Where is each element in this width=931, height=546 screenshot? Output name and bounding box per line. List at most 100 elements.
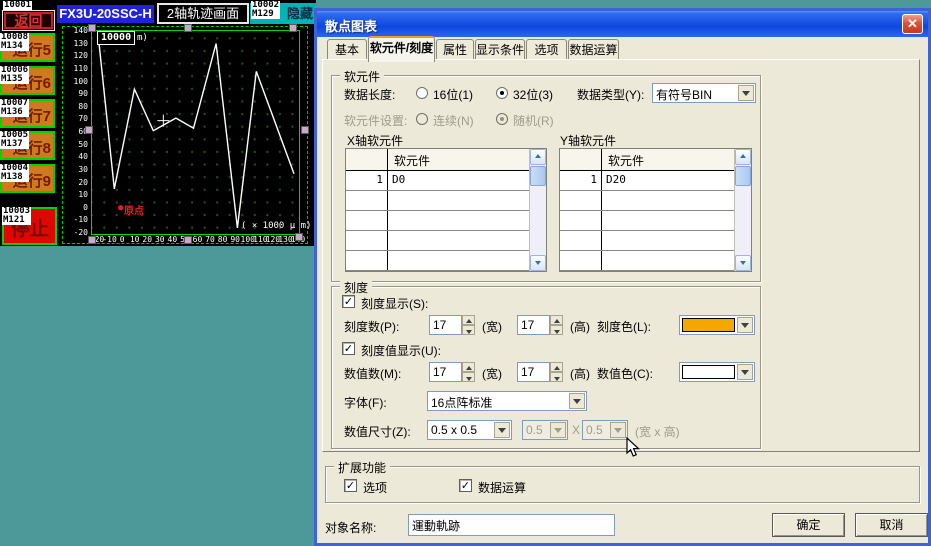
ticks-height-stepper[interactable]: 17 [517,315,563,335]
scroll-up-icon[interactable] [735,149,751,165]
value-color-label: 数值色(C): [597,365,653,382]
options-checkbox-label[interactable]: 选项 [363,479,387,496]
y-axis-unit-label: m) [137,33,148,43]
spin-down-icon[interactable] [462,325,475,335]
font-select[interactable]: 16点阵标准 [427,391,587,411]
scatter-chart-dialog: 散点图表 ✕ 基本 软元件/刻度 属性 显示条件 选项 数据运算 软元件 数据长… [314,8,931,546]
x-device-table-label: X轴软元件 [347,132,403,149]
cancel-button[interactable]: 取消 [855,513,928,537]
value-size-label: 数值尺寸(Z): [344,423,411,440]
y-axis-tick-label: 30 [58,165,88,174]
device-setting-label: 软元件设置: [344,112,407,129]
scroll-thumb[interactable] [530,166,546,186]
radio-16bit-label[interactable]: 16位(1) [433,86,473,103]
data-operation-checkbox[interactable]: ✓ [459,479,472,492]
return-button-label: 返回 [4,12,53,29]
selection-handle[interactable] [85,126,93,134]
scale-group-title: 刻度 [340,279,372,296]
dropdown-arrow-icon[interactable] [738,85,754,101]
value-color-swatch [682,365,735,379]
selection-handle[interactable] [301,126,309,134]
scroll-thumb[interactable] [735,166,751,186]
mouse-cursor [626,437,641,458]
x-axis-unit-label: ( × 1000 μ m) [241,221,311,231]
data-operation-checkbox-label[interactable]: 数据运算 [478,479,526,496]
scroll-up-icon[interactable] [530,149,546,165]
table-row[interactable]: 1D20 [560,171,734,191]
data-type-select[interactable]: 有符号BIN [652,83,756,103]
ok-button[interactable]: 确定 [772,513,845,537]
y-table-scrollbar[interactable] [734,149,751,271]
y-axis-tick-label: 50 [58,140,88,149]
y-axis-tick-label: 70 [58,114,88,123]
dialog-titlebar[interactable]: 散点图表 ✕ [317,11,928,37]
dropdown-arrow-icon[interactable] [737,317,753,333]
y-axis-tick-label: -10 [58,215,88,224]
tab-data-operation[interactable]: 数据运算 [568,39,619,60]
spin-up-icon[interactable] [462,315,475,325]
tab-attribute[interactable]: 属性 [436,39,474,60]
device-group: 软元件 数据长度: 16位(1) 32位(3) 数据类型(Y): 有符号BIN … [331,75,761,282]
width-suffix-label: (宽) [482,365,502,382]
dropdown-arrow-icon [610,422,626,438]
spin-up-icon[interactable] [462,362,475,372]
size-suffix-label: (宽 x 高) [635,423,680,440]
radio-32bit[interactable] [496,87,508,99]
scale-show-checkbox[interactable]: ✓ [342,295,355,308]
value-color-select[interactable] [679,362,755,382]
selection-handle[interactable] [295,233,303,241]
spin-up-icon[interactable] [550,315,563,325]
values-height-stepper[interactable]: 17 [517,362,563,382]
tab-device-scale[interactable]: 软元件/刻度 [368,36,435,62]
scale-show-label[interactable]: 刻度显示(S): [361,295,428,312]
dropdown-arrow-icon[interactable] [569,393,585,409]
selection-handle[interactable] [184,236,192,244]
table-row[interactable] [560,211,734,231]
tab-display-condition[interactable]: 显示条件 [475,39,525,60]
tab-basic[interactable]: 基本 [327,39,367,60]
tab-options[interactable]: 选项 [526,39,567,60]
table-header: 软元件 [346,149,546,171]
object-id-chip: 10001 [3,1,32,10]
scale-value-show-checkbox[interactable]: ✓ [342,342,355,355]
table-row[interactable] [560,191,734,211]
scale-color-swatch [682,318,735,332]
return-button[interactable]: 返回 [2,10,55,31]
scale-color-select[interactable] [679,315,755,335]
dropdown-arrow-icon[interactable] [737,364,753,380]
y-axis-tick-label: -20 [58,228,88,237]
y-axis-tick-label: 120 [58,51,88,60]
selection-handle[interactable] [289,24,297,32]
values-width-stepper[interactable]: 17 [429,362,475,382]
y-axis-tick-label: 10 [58,190,88,199]
y-device-table: 软元件 1D20 [559,148,752,272]
selection-handle[interactable] [88,24,96,32]
spin-down-icon[interactable] [550,325,563,335]
table-row[interactable]: 1D0 [346,171,529,191]
scroll-down-icon[interactable] [735,255,751,271]
extended-functions-group: 扩展功能 ✓ 选项 ✓ 数据运算 [325,466,920,503]
table-row[interactable] [346,231,529,251]
scale-value-show-label[interactable]: 刻度值显示(U): [361,342,441,359]
selection-handle[interactable] [184,24,192,32]
selection-handle[interactable] [88,236,96,244]
radio-16bit[interactable] [416,87,428,99]
table-row[interactable] [346,211,529,231]
x-table-scrollbar[interactable] [529,149,546,271]
close-icon[interactable]: ✕ [902,14,923,34]
table-row[interactable] [346,251,529,271]
ticks-width-stepper[interactable]: 17 [429,315,475,335]
radio-32bit-label[interactable]: 32位(3) [513,86,553,103]
spin-down-icon[interactable] [462,372,475,382]
value-size-select[interactable]: 0.5 x 0.5 [427,420,512,440]
table-row[interactable] [560,231,734,251]
scroll-down-icon[interactable] [530,255,546,271]
table-row[interactable] [560,251,734,271]
spin-up-icon[interactable] [550,362,563,372]
object-name-input[interactable] [408,514,615,536]
radio-random [496,113,508,125]
table-row[interactable] [346,191,529,211]
options-checkbox[interactable]: ✓ [344,479,357,492]
dropdown-arrow-icon[interactable] [494,422,510,438]
spin-down-icon[interactable] [550,372,563,382]
